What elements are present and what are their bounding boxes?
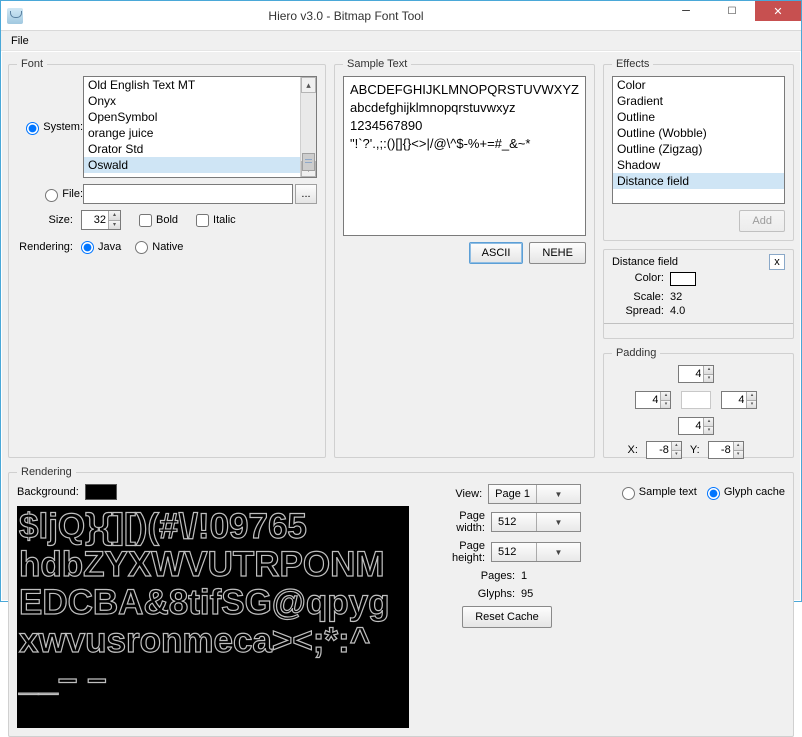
pad-y-label: Y: [690, 444, 700, 456]
effects-list-item[interactable]: Outline [613, 109, 784, 125]
font-list-item[interactable]: Old English Text MT [84, 77, 300, 93]
page-height-label: Page height: [433, 540, 485, 564]
pages-value: 1 [521, 570, 581, 582]
pad-y-spinner[interactable]: ▴▾ [708, 441, 744, 459]
pad-x-label: X: [627, 444, 637, 456]
size-spinner[interactable]: ▴▾ [81, 210, 121, 230]
browse-button[interactable]: ... [295, 184, 317, 204]
native-radio[interactable]: Native [135, 240, 183, 253]
java-icon [7, 8, 23, 24]
effects-list-item[interactable]: Shadow [613, 157, 784, 173]
font-list-item[interactable]: Onyx [84, 93, 300, 109]
chevron-down-icon: ▼ [536, 485, 580, 503]
sample-legend: Sample Text [343, 58, 411, 70]
df-scale-value: 32 [670, 291, 785, 303]
glyphs-value: 95 [521, 588, 581, 600]
effects-list-item[interactable]: Outline (Wobble) [613, 125, 784, 141]
glyph-preview: $ljQ}{][)(#\/!09765 hdbZYXWVUTRPONM EDCB… [17, 506, 409, 728]
minimize-button[interactable] [663, 1, 709, 21]
font-list-item[interactable]: orange juice [84, 125, 300, 141]
effects-list-item[interactable]: Gradient [613, 93, 784, 109]
reset-cache-button[interactable]: Reset Cache [462, 606, 552, 628]
page-width-label: Page width: [433, 510, 485, 534]
system-radio[interactable]: System: [17, 121, 83, 134]
sample-text-area[interactable]: ABCDEFGHIJKLMNOPQRSTUVWXYZ abcdefghijklm… [343, 76, 586, 236]
df-spread-label: Spread: [612, 305, 670, 317]
effects-group: Effects ColorGradientOutlineOutline (Wob… [603, 58, 794, 241]
mode-glyph-radio[interactable]: Glyph cache [707, 486, 785, 499]
background-swatch[interactable] [85, 484, 117, 500]
bold-checkbox[interactable]: Bold [139, 214, 178, 227]
effects-list-item[interactable]: Color [613, 77, 784, 93]
font-list-item[interactable]: OpenSymbol [84, 109, 300, 125]
page-height-combo[interactable]: 512▼ [491, 542, 581, 562]
pad-left-spinner[interactable]: ▴▾ [635, 391, 671, 409]
df-scale-label: Scale: [612, 291, 670, 303]
font-legend: Font [17, 58, 47, 70]
maximize-button[interactable] [709, 1, 755, 21]
file-path-input[interactable] [83, 184, 293, 204]
background-label: Background: [17, 486, 79, 498]
chevron-down-icon: ▼ [536, 543, 580, 561]
pages-label: Pages: [433, 570, 515, 582]
effects-list-item[interactable]: Distance field [613, 173, 784, 189]
rendering-label-font: Rendering: [17, 241, 77, 253]
view-combo[interactable]: Page 1▼ [488, 484, 581, 504]
italic-checkbox[interactable]: Italic [196, 214, 236, 227]
font-list-item[interactable]: Oswald [84, 157, 300, 173]
pad-bottom-spinner[interactable]: ▴▾ [678, 417, 714, 435]
df-color-label: Color: [612, 272, 670, 289]
font-list-scrollbar[interactable]: ▴ ▾ [300, 77, 316, 177]
pad-x-spinner[interactable]: ▴▾ [646, 441, 682, 459]
padding-group: Padding ▴▾ ▴▾ ▴▾ ▴▾ X [603, 347, 794, 458]
page-width-combo[interactable]: 512▼ [491, 512, 581, 532]
menu-file[interactable]: File [5, 33, 35, 49]
view-label: View: [433, 488, 482, 500]
window-title: Hiero v3.0 - Bitmap Font Tool [29, 9, 663, 23]
scroll-up-icon: ▴ [301, 77, 316, 93]
df-spread-value: 4.0 [670, 305, 785, 317]
effects-list-item[interactable]: Outline (Zigzag) [613, 141, 784, 157]
distance-field-title: Distance field [612, 256, 678, 268]
glyphs-label: Glyphs: [433, 588, 515, 600]
font-group: Font System: Old English Text MTOnyxOpen… [8, 58, 326, 458]
close-button[interactable] [755, 1, 801, 21]
java-radio[interactable]: Java [81, 240, 121, 253]
sample-text-group: Sample Text ABCDEFGHIJKLMNOPQRSTUVWXYZ a… [334, 58, 595, 458]
add-effect-button[interactable]: Add [739, 210, 785, 232]
size-label: Size: [17, 214, 77, 226]
df-color-swatch[interactable] [670, 272, 696, 286]
ascii-button[interactable]: ASCII [469, 242, 524, 264]
rendering-legend: Rendering [17, 466, 76, 478]
distance-field-close-button[interactable]: x [769, 254, 785, 270]
titlebar: Hiero v3.0 - Bitmap Font Tool [1, 1, 801, 31]
menubar: File [1, 31, 801, 51]
effects-list[interactable]: ColorGradientOutlineOutline (Wobble)Outl… [612, 76, 785, 204]
pad-right-spinner[interactable]: ▴▾ [721, 391, 757, 409]
distance-field-group: Distance field x Color: Scale: 32 Spread… [603, 249, 794, 339]
mode-sample-radio[interactable]: Sample text [622, 486, 697, 499]
pad-top-spinner[interactable]: ▴▾ [678, 365, 714, 383]
pad-center-preview [681, 391, 711, 409]
file-radio[interactable]: File: [17, 188, 83, 201]
padding-legend: Padding [612, 347, 660, 359]
chevron-down-icon: ▼ [536, 513, 580, 531]
font-list[interactable]: Old English Text MTOnyxOpenSymbolorange … [83, 76, 317, 178]
effects-legend: Effects [612, 58, 653, 70]
font-list-item[interactable]: Orator Std [84, 141, 300, 157]
nehe-button[interactable]: NEHE [529, 242, 586, 264]
